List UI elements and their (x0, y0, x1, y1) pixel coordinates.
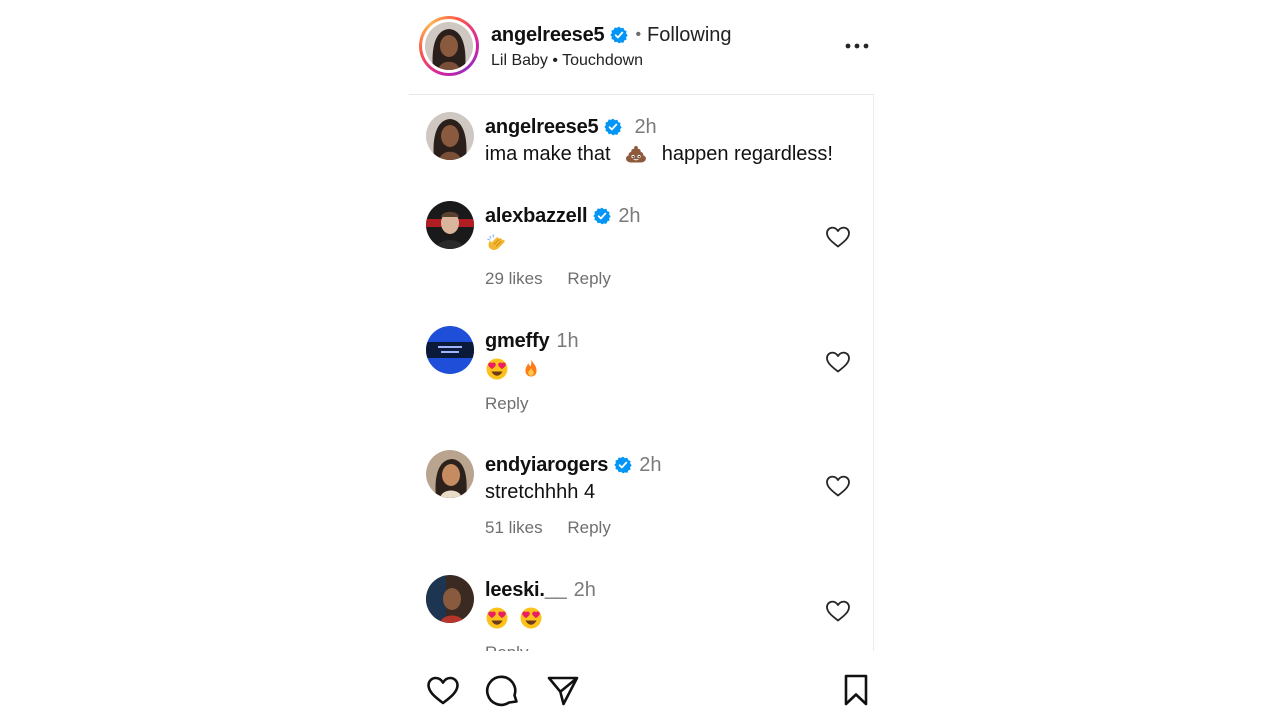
verified-badge-icon (593, 207, 611, 225)
comment-item: leeski.__ 2h Reply (409, 575, 874, 651)
comment-author-row: gmeffy 1h (485, 328, 579, 354)
heart-eyes-emoji (485, 606, 509, 630)
comment-username[interactable]: gmeffy (485, 330, 550, 353)
heart-icon[interactable] (425, 672, 461, 708)
heart-icon[interactable] (825, 474, 851, 498)
story-ring[interactable] (419, 16, 479, 76)
comment-time: 2h (618, 204, 641, 227)
comment-time: 2h (573, 578, 596, 601)
audio-track-link[interactable]: Lil Baby • Touchdown (491, 52, 643, 70)
comment-item: endyiarogers 2h stretchhhh 4 51 likes Re… (409, 450, 874, 550)
comment-username[interactable]: leeski.__ (485, 579, 567, 602)
send-icon[interactable] (545, 672, 581, 708)
avatar[interactable] (426, 326, 474, 374)
verified-badge-icon (614, 456, 632, 474)
bookmark-icon[interactable] (838, 672, 874, 708)
post-comments-panel: angelreese5 • Following Lil Baby • Touch… (409, 0, 874, 720)
post-header: angelreese5 • Following Lil Baby • Touch… (409, 0, 874, 95)
reply-button[interactable]: Reply (567, 518, 610, 537)
heart-icon[interactable] (825, 350, 851, 374)
following-button[interactable]: Following (647, 24, 731, 47)
fire-emoji (519, 357, 543, 381)
comment-username[interactable]: endyiarogers (485, 454, 608, 477)
heart-icon[interactable] (825, 599, 851, 623)
comment-text: stretchhhh 4 (485, 481, 596, 503)
verified-badge-icon (604, 118, 622, 136)
caption-username[interactable]: angelreese5 (485, 116, 599, 139)
reply-button[interactable]: Reply (567, 269, 610, 288)
comment-likes-count[interactable]: 29 likes (485, 269, 543, 288)
comment-text (485, 230, 509, 256)
caption: angelreese5 2h ima make that happen rega… (409, 112, 873, 172)
comment-icon[interactable] (485, 672, 521, 708)
avatar[interactable] (426, 450, 474, 498)
avatar[interactable] (426, 575, 474, 623)
comment-item: alexbazzell 2h 29 likes Reply (409, 201, 874, 301)
reply-button[interactable]: Reply (485, 394, 528, 413)
separator-dot: • (635, 26, 642, 43)
header-user-row: angelreese5 • Following (491, 22, 732, 48)
avatar[interactable] (425, 22, 473, 70)
poop-emoji (624, 143, 648, 167)
comment-text (485, 355, 543, 381)
comment-time: 2h (639, 453, 662, 476)
comments-list[interactable]: angelreese5 2h ima make that happen rega… (409, 95, 874, 651)
caption-text-before: ima make that (485, 143, 611, 165)
caption-text: ima make that happen regardless! (485, 141, 833, 167)
comment-time: 1h (556, 329, 579, 352)
comment-author-row: endyiarogers 2h (485, 452, 661, 478)
comment-text (485, 604, 543, 630)
post-action-bar (409, 652, 874, 720)
avatar[interactable] (426, 112, 474, 160)
caption-time: 2h (634, 115, 657, 138)
comment-author-row: leeski.__ 2h (485, 577, 596, 603)
more-options-icon[interactable] (844, 38, 870, 54)
post-author-username[interactable]: angelreese5 (491, 24, 605, 47)
comment-author-row: alexbazzell 2h (485, 203, 641, 229)
caption-text-after: happen regardless! (661, 143, 833, 165)
heart-eyes-emoji (485, 357, 509, 381)
caption-author-row: angelreese5 2h (485, 114, 657, 140)
comment-meta: Reply (485, 643, 528, 651)
heart-icon[interactable] (825, 225, 851, 249)
avatar[interactable] (426, 201, 474, 249)
comment-username[interactable]: alexbazzell (485, 205, 588, 228)
comment-item: gmeffy 1h Reply (409, 326, 874, 426)
comment-meta: 51 likes Reply (485, 518, 611, 538)
reply-button[interactable]: Reply (485, 643, 528, 651)
clapping-hands-emoji (485, 232, 509, 256)
verified-badge-icon (610, 26, 628, 44)
heart-eyes-emoji (519, 606, 543, 630)
comment-likes-count[interactable]: 51 likes (485, 518, 543, 537)
comment-meta: Reply (485, 394, 528, 414)
comment-meta: 29 likes Reply (485, 269, 611, 289)
